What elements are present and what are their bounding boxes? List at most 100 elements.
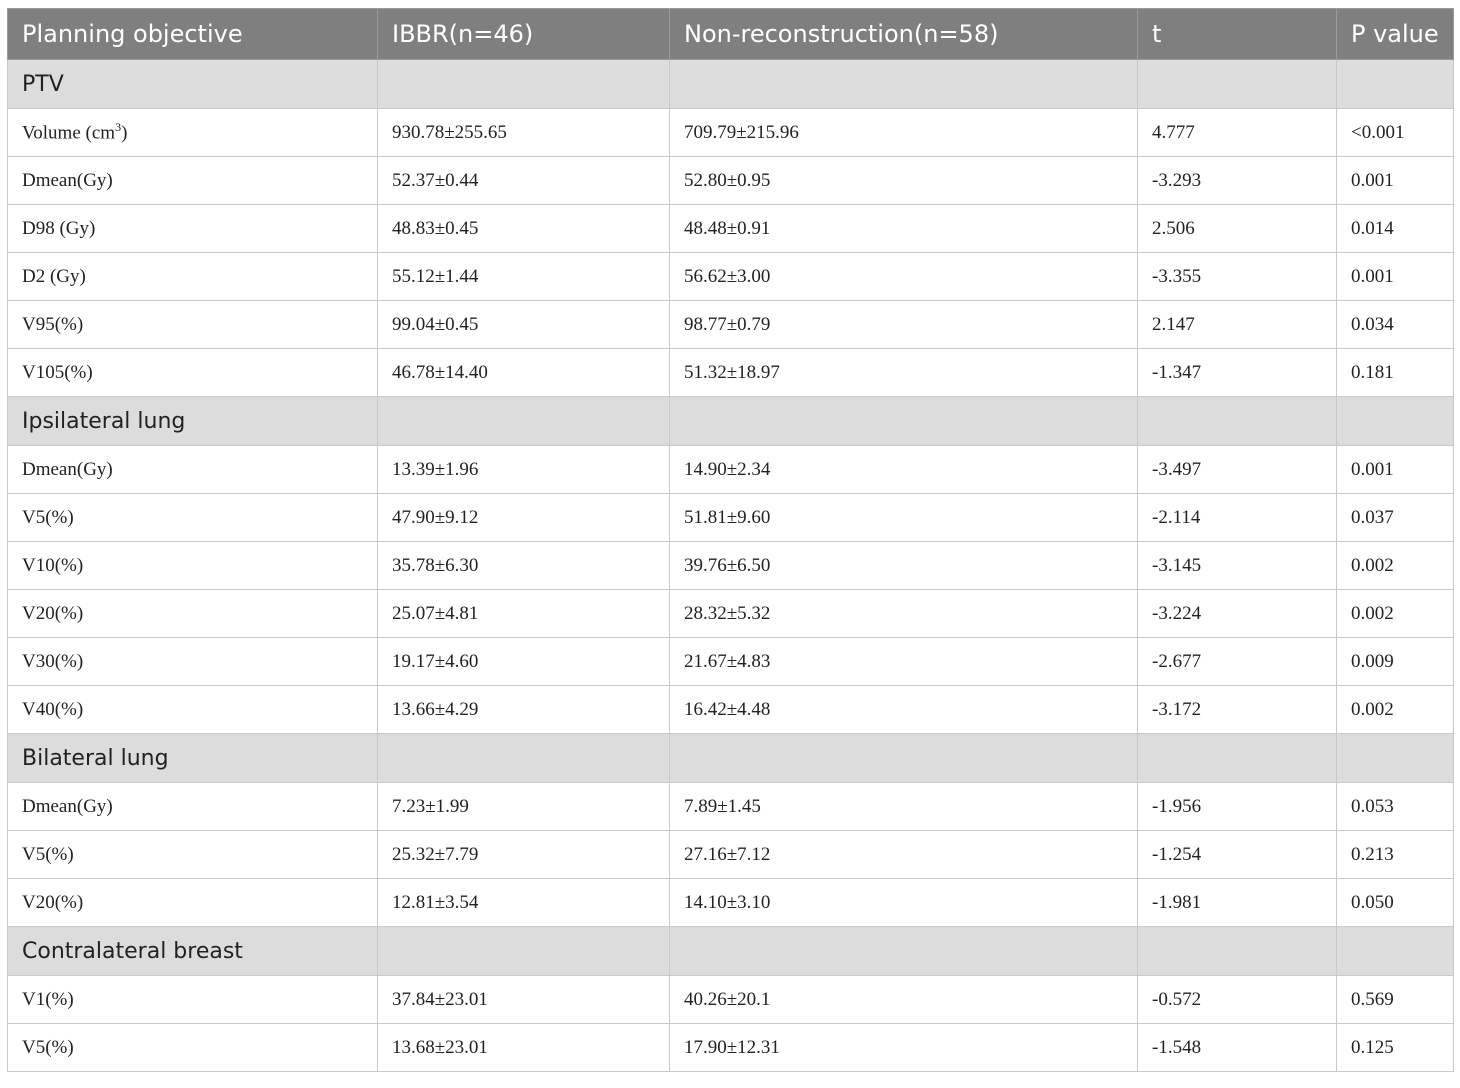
cell-p-value: 0.009 <box>1336 637 1454 686</box>
cell-p-value: 0.213 <box>1336 830 1454 879</box>
label-text: V10(%) <box>22 554 84 576</box>
cell-ibbr: 7.23±1.99 <box>377 782 670 831</box>
cell-non-reconstruction: 27.16±7.12 <box>669 830 1138 879</box>
cell-ibbr: 13.66±4.29 <box>377 685 670 734</box>
cell-t: -3.497 <box>1137 445 1337 494</box>
section-title: PTV <box>7 59 378 109</box>
cell-p-value: 0.002 <box>1336 589 1454 638</box>
cell-label: V40(%) <box>7 685 378 734</box>
cell-non-reconstruction: 16.42±4.48 <box>669 685 1138 734</box>
cell-non-reconstruction: 14.90±2.34 <box>669 445 1138 494</box>
cell-non-reconstruction: 56.62±3.00 <box>669 252 1138 301</box>
cell-t: -3.355 <box>1137 252 1337 301</box>
label-text: V40(%) <box>22 698 84 720</box>
cell-non-reconstruction: 28.32±5.32 <box>669 589 1138 638</box>
table-row: V5(%) 25.32±7.79 27.16±7.12 -1.254 0.213 <box>7 830 1454 879</box>
planning-objective-table: Planning objective IBBR(n=46) Non-recons… <box>7 8 1454 1072</box>
cell-p-value: 0.002 <box>1336 685 1454 734</box>
table-body: PTV Volume (cm3) 930.78±255.65 709.79±215.9… <box>7 59 1454 1072</box>
cell-ibbr: 35.78±6.30 <box>377 541 670 590</box>
label-text: V5(%) <box>22 506 74 528</box>
label-text: V95(%) <box>22 313 84 335</box>
table-row: V20(%) 12.81±3.54 14.10±3.10 -1.981 0.050 <box>7 878 1454 927</box>
cell-label: V105(%) <box>7 348 378 397</box>
section-row: Ipsilateral lung <box>7 396 1454 446</box>
table-row: V40(%) 13.66±4.29 16.42±4.48 -3.172 0.002 <box>7 685 1454 734</box>
header-t: t <box>1137 8 1337 60</box>
section-empty-cell <box>1336 926 1454 976</box>
table-row: V20(%) 25.07±4.81 28.32±5.32 -3.224 0.002 <box>7 589 1454 638</box>
label-text: Dmean(Gy) <box>22 795 113 817</box>
label-text: V30(%) <box>22 650 84 672</box>
label-text: V105(%) <box>22 361 93 383</box>
cell-p-value: 0.001 <box>1336 252 1454 301</box>
header-row: Planning objective IBBR(n=46) Non-recons… <box>7 8 1454 60</box>
section-row: PTV <box>7 59 1454 109</box>
label-text: V5(%) <box>22 1036 74 1058</box>
cell-p-value: 0.034 <box>1336 300 1454 349</box>
cell-t: -1.254 <box>1137 830 1337 879</box>
header-non-reconstruction: Non-reconstruction(n=58) <box>669 8 1138 60</box>
cell-non-reconstruction: 7.89±1.45 <box>669 782 1138 831</box>
cell-ibbr: 25.32±7.79 <box>377 830 670 879</box>
cell-non-reconstruction: 17.90±12.31 <box>669 1023 1138 1072</box>
table-row: Dmean(Gy) 52.37±0.44 52.80±0.95 -3.293 0.001 <box>7 156 1454 205</box>
section-row: Contralateral breast <box>7 926 1454 976</box>
cell-non-reconstruction: 48.48±0.91 <box>669 204 1138 253</box>
table-header: Planning objective IBBR(n=46) Non-recons… <box>7 8 1454 60</box>
cell-t: -1.956 <box>1137 782 1337 831</box>
cell-t: -3.172 <box>1137 685 1337 734</box>
section-empty-cell <box>377 59 670 109</box>
cell-label: V5(%) <box>7 830 378 879</box>
cell-non-reconstruction: 709.79±215.96 <box>669 108 1138 157</box>
label-text: Dmean(Gy) <box>22 458 113 480</box>
cell-label: V5(%) <box>7 493 378 542</box>
cell-ibbr: 930.78±255.65 <box>377 108 670 157</box>
table-row: D98 (Gy) 48.83±0.45 48.48±0.91 2.506 0.014 <box>7 204 1454 253</box>
cell-p-value: 0.125 <box>1336 1023 1454 1072</box>
cell-non-reconstruction: 51.81±9.60 <box>669 493 1138 542</box>
cell-ibbr: 48.83±0.45 <box>377 204 670 253</box>
section-title: Ipsilateral lung <box>7 396 378 446</box>
cell-p-value: 0.037 <box>1336 493 1454 542</box>
cell-label: V95(%) <box>7 300 378 349</box>
table-row: Volume (cm3) 930.78±255.65 709.79±215.96 4.… <box>7 108 1454 157</box>
cell-t: -3.224 <box>1137 589 1337 638</box>
section-empty-cell <box>1137 59 1337 109</box>
cell-t: -3.293 <box>1137 156 1337 205</box>
section-empty-cell <box>377 396 670 446</box>
section-empty-cell <box>1137 733 1337 783</box>
cell-non-reconstruction: 40.26±20.1 <box>669 975 1138 1024</box>
cell-p-value: 0.001 <box>1336 156 1454 205</box>
cell-non-reconstruction: 21.67±4.83 <box>669 637 1138 686</box>
cell-t: 4.777 <box>1137 108 1337 157</box>
cell-label: V20(%) <box>7 878 378 927</box>
cell-t: 2.506 <box>1137 204 1337 253</box>
cell-ibbr: 25.07±4.81 <box>377 589 670 638</box>
cell-p-value: 0.181 <box>1336 348 1454 397</box>
cell-ibbr: 47.90±9.12 <box>377 493 670 542</box>
cell-ibbr: 55.12±1.44 <box>377 252 670 301</box>
table-row: V5(%) 13.68±23.01 17.90±12.31 -1.548 0.125 <box>7 1023 1454 1072</box>
cell-label: V20(%) <box>7 589 378 638</box>
cell-p-value: 0.050 <box>1336 878 1454 927</box>
cell-t: -2.114 <box>1137 493 1337 542</box>
cell-ibbr: 19.17±4.60 <box>377 637 670 686</box>
table-row: V1(%) 37.84±23.01 40.26±20.1 -0.572 0.569 <box>7 975 1454 1024</box>
section-empty-cell <box>1137 396 1337 446</box>
label-text: V20(%) <box>22 602 84 624</box>
cell-label: D2 (Gy) <box>7 252 378 301</box>
table-row: V30(%) 19.17±4.60 21.67±4.83 -2.677 0.009 <box>7 637 1454 686</box>
cell-p-value: <0.001 <box>1336 108 1454 157</box>
section-empty-cell <box>1336 396 1454 446</box>
cell-t: -1.347 <box>1137 348 1337 397</box>
cell-label: V5(%) <box>7 1023 378 1072</box>
section-empty-cell <box>669 733 1138 783</box>
cell-non-reconstruction: 39.76±6.50 <box>669 541 1138 590</box>
cell-ibbr: 12.81±3.54 <box>377 878 670 927</box>
cell-p-value: 0.001 <box>1336 445 1454 494</box>
cell-ibbr: 46.78±14.40 <box>377 348 670 397</box>
table-row: V105(%) 46.78±14.40 51.32±18.97 -1.347 0.181 <box>7 348 1454 397</box>
cell-label: V30(%) <box>7 637 378 686</box>
cell-t: -0.572 <box>1137 975 1337 1024</box>
